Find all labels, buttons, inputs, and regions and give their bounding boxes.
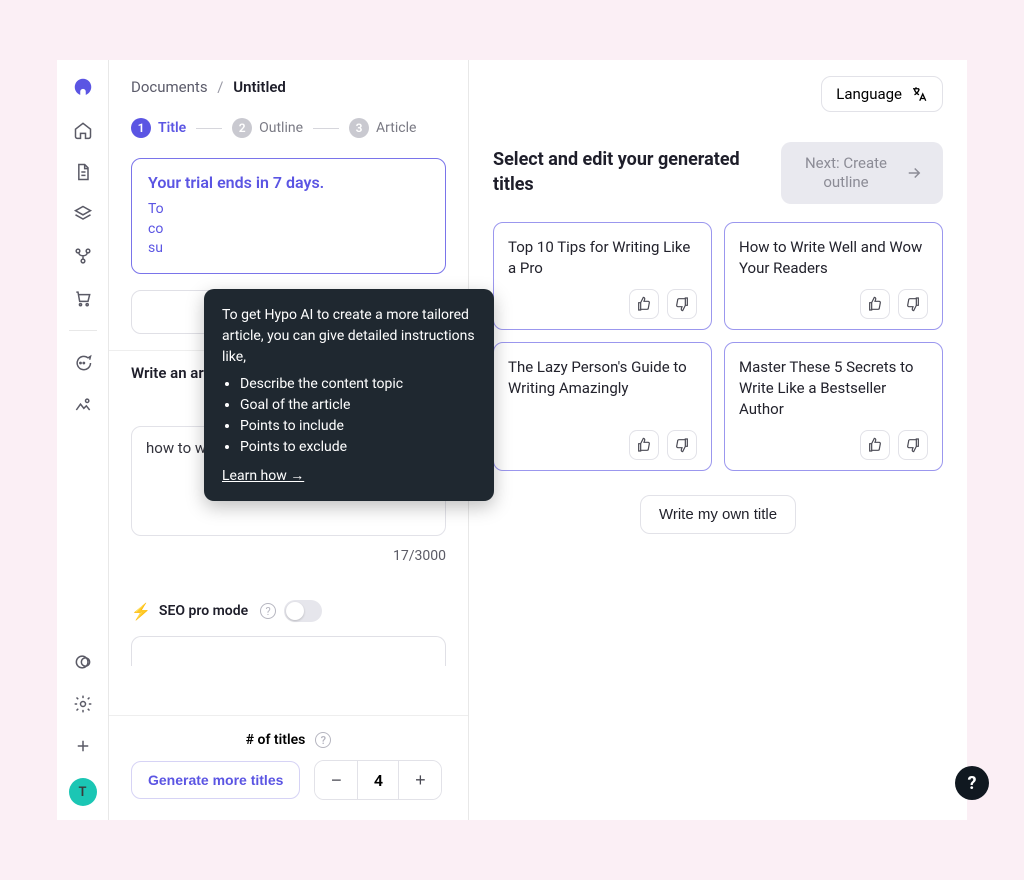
title-card[interactable]: Top 10 Tips for Writing Like a Pro <box>493 222 712 330</box>
thumbs-up-button[interactable] <box>629 289 659 319</box>
thumbs-up-button[interactable] <box>860 430 890 460</box>
scribble-icon[interactable] <box>73 652 93 672</box>
write-own-title-button[interactable]: Write my own title <box>640 495 796 534</box>
image-icon[interactable] <box>73 395 93 415</box>
branch-icon[interactable] <box>73 246 93 266</box>
tooltip-bullet: Describe the content topic <box>240 374 476 395</box>
thumbs-down-button[interactable] <box>898 430 928 460</box>
trial-body: To co su <box>148 200 429 259</box>
seo-toggle[interactable] <box>284 600 322 622</box>
titles-count-value: 4 <box>357 761 399 799</box>
breadcrumb: Documents / Untitled <box>131 78 446 96</box>
cart-icon[interactable] <box>73 288 93 308</box>
next-button[interactable]: Next: Create outline <box>781 142 943 204</box>
title-card[interactable]: The Lazy Person's Guide to Writing Amazi… <box>493 342 712 471</box>
tooltip-bullet: Points to include <box>240 416 476 437</box>
trial-card: Your trial ends in 7 days. To co su <box>131 158 446 274</box>
prompt-help-tooltip: To get Hypo AI to create a more tailored… <box>204 289 494 501</box>
title-card[interactable]: How to Write Well and Wow Your Readers <box>724 222 943 330</box>
breadcrumb-current: Untitled <box>233 78 286 96</box>
language-button[interactable]: Language <box>821 76 943 112</box>
titles-count-stepper: − 4 + <box>314 760 442 800</box>
layers-icon[interactable] <box>73 204 93 224</box>
sidebar: T <box>57 60 109 820</box>
tooltip-bullet: Goal of the article <box>240 395 476 416</box>
arrow-right-icon <box>905 164 923 182</box>
step-outline[interactable]: 2 Outline <box>232 118 303 138</box>
page-title: Select and edit your generated titles <box>493 148 765 197</box>
left-footer: # of titles ? Generate more titles − 4 + <box>109 715 468 820</box>
settings-icon[interactable] <box>73 694 93 714</box>
help-icon[interactable]: ? <box>260 603 276 619</box>
add-icon[interactable] <box>73 736 93 756</box>
home-icon[interactable] <box>73 120 93 140</box>
step-title[interactable]: 1 Title <box>131 118 186 138</box>
help-fab[interactable]: ? <box>955 766 989 800</box>
title-cards: Top 10 Tips for Writing Like a Pro How to… <box>493 222 943 471</box>
avatar[interactable]: T <box>69 778 97 806</box>
increment-button[interactable]: + <box>399 761 441 799</box>
app-logo-icon <box>72 76 94 98</box>
card-title: Master These 5 Secrets to Write Like a B… <box>739 357 928 420</box>
learn-how-link[interactable]: Learn how → <box>222 468 304 484</box>
trial-title: Your trial ends in 7 days. <box>148 173 429 192</box>
tooltip-intro: To get Hypo AI to create a more tailored… <box>222 305 476 368</box>
title-card[interactable]: Master These 5 Secrets to Write Like a B… <box>724 342 943 471</box>
right-panel: Language Select and edit your generated … <box>469 60 967 820</box>
titles-count-label: # of titles <box>246 732 306 748</box>
breadcrumb-sep: / <box>217 78 223 96</box>
thumbs-down-button[interactable] <box>667 430 697 460</box>
card-title: How to Write Well and Wow Your Readers <box>739 237 928 279</box>
bolt-icon: ⚡ <box>131 602 151 621</box>
decrement-button[interactable]: − <box>315 761 357 799</box>
thumbs-up-button[interactable] <box>629 430 659 460</box>
tooltip-bullet: Points to exclude <box>240 437 476 458</box>
seo-label: SEO pro mode <box>159 603 248 619</box>
generate-more-button[interactable]: Generate more titles <box>131 761 300 799</box>
card-title: Top 10 Tips for Writing Like a Pro <box>508 237 697 279</box>
stepper: 1 Title 2 Outline 3 Article <box>131 118 446 138</box>
step-article[interactable]: 3 Article <box>349 118 416 138</box>
char-count: 17/3000 <box>131 548 446 564</box>
help-icon[interactable]: ? <box>315 732 331 748</box>
thumbs-up-button[interactable] <box>860 289 890 319</box>
chat-icon[interactable] <box>73 353 93 373</box>
translate-icon <box>910 85 928 103</box>
thumbs-down-button[interactable] <box>667 289 697 319</box>
thumbs-down-button[interactable] <box>898 289 928 319</box>
breadcrumb-root[interactable]: Documents <box>131 78 208 96</box>
document-icon[interactable] <box>73 162 93 182</box>
card-title: The Lazy Person's Guide to Writing Amazi… <box>508 357 697 420</box>
